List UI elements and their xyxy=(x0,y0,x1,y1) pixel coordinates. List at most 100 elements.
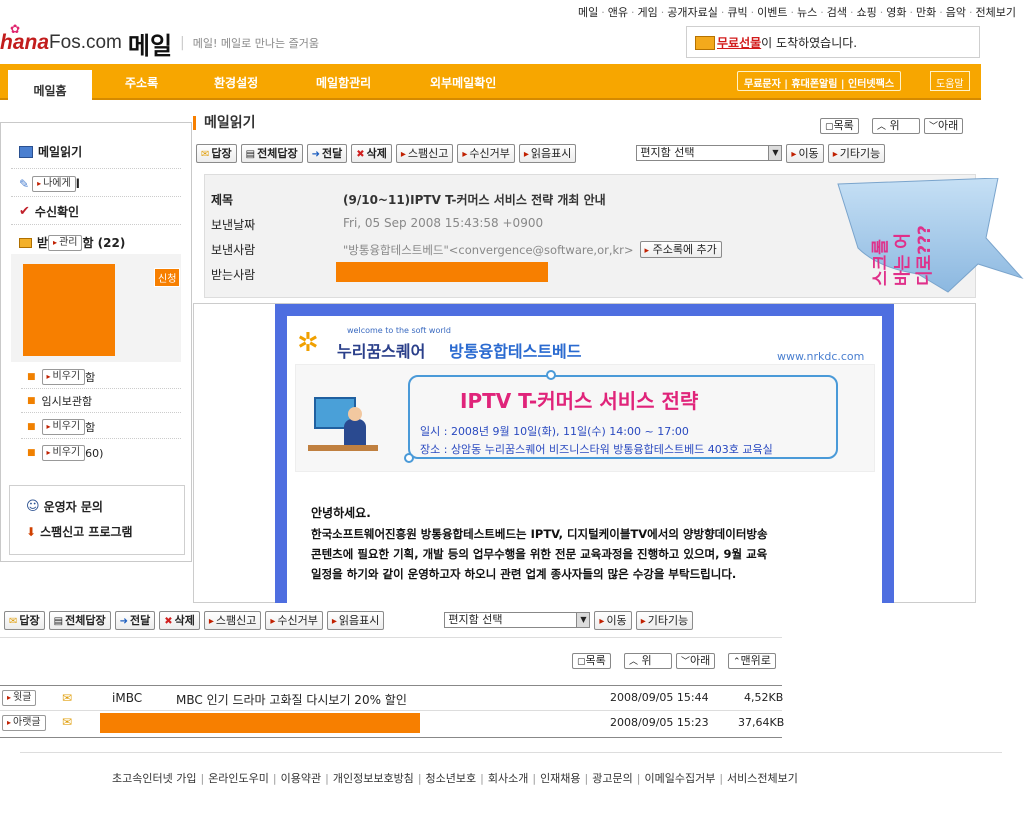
inbox-prefix: 받 xyxy=(37,236,49,250)
tab-external-mail[interactable]: 외부메일확인 xyxy=(430,74,496,91)
to-me-label: 나에게 xyxy=(43,178,71,189)
folder-select[interactable]: 편지함 선택 ▼ xyxy=(636,145,783,161)
spam-program-link[interactable]: ⬇ 스팸신고 프로그램 xyxy=(26,523,133,540)
operator-label: 운영자 문의 xyxy=(43,500,103,514)
sidebar-receipt[interactable]: ✔ 수신확인 xyxy=(19,203,79,220)
more-functions-button[interactable]: ▸ 기타기능 xyxy=(827,143,886,163)
manage-button[interactable]: ▸ 관리 xyxy=(48,234,83,251)
tab-mail-home[interactable]: 메일홈 xyxy=(8,68,92,102)
footer-link-1[interactable]: 초고속인터넷 가입 xyxy=(112,772,196,785)
tab-settings[interactable]: 환경설정 xyxy=(214,74,258,91)
reply-all-button-bottom[interactable]: ▤ 전체답장 xyxy=(48,610,111,630)
tab-address-book[interactable]: 주소록 xyxy=(125,74,158,91)
list-button-bottom[interactable]: ▢목록 xyxy=(572,653,611,669)
mail-url[interactable]: www.nrkdc.com xyxy=(777,350,864,363)
reply-all-button[interactable]: ▤ 전체답장 xyxy=(240,143,303,163)
footer-link-4[interactable]: 개인정보보호방침 xyxy=(333,772,414,785)
delete-button-bottom[interactable]: ✖ 삭제 xyxy=(159,610,200,630)
more-functions-button-bottom[interactable]: ▸ 기타기능 xyxy=(635,610,694,630)
top-nav-cubic[interactable]: 큐빅 xyxy=(727,4,747,20)
event-banner: IPTV T-커머스 서비스 전략 일시 : 2008년 9월 10일(화), … xyxy=(295,364,875,472)
tab-mailbox-manage[interactable]: 메일함관리 xyxy=(316,74,371,91)
footer-link-7[interactable]: 인재채용 xyxy=(540,772,580,785)
up-button[interactable]: ︿ 위 xyxy=(872,118,920,134)
reply-button[interactable]: ✉ 답장 xyxy=(196,143,237,163)
top-nav-pds[interactable]: 공개자료실 xyxy=(667,4,718,20)
gift-link[interactable]: 무료선물 xyxy=(717,34,761,51)
list-row-previous[interactable]: ▸ 윗글 ✉ iMBC MBC 인기 드라마 고화질 다시보기 20% 할인 20… xyxy=(0,688,783,710)
add-to-address-book-button[interactable]: ▸ 주소록에 추가 xyxy=(639,241,722,258)
operator-link[interactable]: ☺ 운영자 문의 xyxy=(26,498,103,515)
prev-subject[interactable]: MBC 인기 드라마 고화질 다시보기 20% 할인 xyxy=(176,691,407,708)
spam-button[interactable]: ▸ 스팸신고 xyxy=(395,143,454,163)
to-me-button[interactable]: ▸ 나에게 xyxy=(32,176,76,192)
mail-brand-name: 누리꿈스퀘어 xyxy=(337,342,426,361)
inbox-icon xyxy=(19,237,32,248)
top-nav-game[interactable]: 게임 xyxy=(638,4,658,20)
redacted-next-mail xyxy=(100,713,420,733)
footer-link-3[interactable]: 이용약관 xyxy=(281,772,321,785)
move-button-bottom[interactable]: ▸ 이동 xyxy=(594,610,632,630)
top-nav-search[interactable]: 검색 xyxy=(827,4,847,20)
spam-button-bottom[interactable]: ▸ 스팸신고 xyxy=(203,610,262,630)
next-mail-button[interactable]: ▸ 아랫글 xyxy=(2,715,46,731)
logo-mail: 메일 xyxy=(127,31,173,60)
forward-button[interactable]: ➜ 전달 xyxy=(306,143,348,163)
block-button-bottom[interactable]: ▸ 수신거부 xyxy=(265,610,323,630)
top-nav-news[interactable]: 뉴스 xyxy=(797,4,817,20)
help-button[interactable]: 도움말 xyxy=(930,71,970,91)
site-logo[interactable]: ✿ hana Fos.com 메일 | 메일! 메일로 만나는 즐거움 xyxy=(0,22,319,60)
logo-hana: hana xyxy=(0,31,50,54)
previous-mail-button[interactable]: ▸ 윗글 xyxy=(2,690,37,706)
sidebar-read-mail[interactable]: 메일읽기 xyxy=(19,143,82,160)
mark-read-button[interactable]: ▸ 읽음표시 xyxy=(518,143,577,163)
block-button[interactable]: ▸ 수신거부 xyxy=(457,143,515,163)
empty-button-3[interactable]: ▸ 비우기 xyxy=(41,445,86,461)
top-nav-mail[interactable]: 메일 xyxy=(578,4,598,20)
delete-button[interactable]: ✖ 삭제 xyxy=(351,143,392,163)
list-button[interactable]: ▢목록 xyxy=(820,118,859,134)
next-date: 2008/09/05 15:23 xyxy=(610,716,709,729)
empty-button-1[interactable]: ▸ 비우기 xyxy=(41,369,86,385)
list-row-next[interactable]: ▸ 아랫글 ✉ 2008/09/05 15:23 37,64KB xyxy=(0,712,784,734)
down-button[interactable]: ﹀아래 xyxy=(924,118,964,134)
footer-links: 초고속인터넷 가입 | 온라인도우미 | 이용약관 | 개인정보보호방침 | 청소년보호 | 회사소… xyxy=(112,772,798,785)
mail-body: ✲ welcome to the soft world 누리꿈스퀘어 방통융합테… xyxy=(287,316,882,603)
footer-link-8[interactable]: 광고문의 xyxy=(592,772,632,785)
move-button[interactable]: ▸ 이동 xyxy=(786,143,824,163)
mail-body-line-1: 한국소프트웨어진흥원 방통융합테스트베드는 IPTV, 디지털케이블TV에서의 … xyxy=(311,527,768,541)
top-button[interactable]: ⌃맨위로 xyxy=(728,653,776,669)
sub-item-1-suffix: 함 xyxy=(85,371,96,384)
redacted-recipient xyxy=(336,262,548,282)
folder-select-bottom[interactable]: 편지함 선택 ▼ xyxy=(444,612,591,628)
up-button-bottom[interactable]: ︿ 위 xyxy=(624,653,672,669)
footer-link-5[interactable]: 청소년보호 xyxy=(426,772,477,785)
footer-link-6[interactable]: 회사소개 xyxy=(488,772,528,785)
envelope-icon xyxy=(695,36,715,50)
down-button-bottom[interactable]: ﹀아래 xyxy=(676,653,716,669)
top-nav-anu[interactable]: 앤유 xyxy=(608,4,628,20)
top-nav-comics[interactable]: 만화 xyxy=(916,4,936,20)
envelope-icon-2: ✉ xyxy=(62,715,73,729)
services-links[interactable]: 무료문자 | 휴대폰알림 | 인터넷팩스 xyxy=(737,71,902,91)
reply-button-bottom[interactable]: ✉ 답장 xyxy=(4,610,45,630)
footer-link-9[interactable]: 이메일수집거부 xyxy=(644,772,715,785)
top-nav-all[interactable]: 전체보기 xyxy=(975,4,1015,20)
footer-link-2[interactable]: 온라인도우미 xyxy=(208,772,269,785)
callout-line-3: 디로??? xyxy=(915,225,935,286)
prev-date: 2008/09/05 15:44 xyxy=(610,691,709,704)
mark-read-button-bottom[interactable]: ▸ 읽음표시 xyxy=(326,610,385,630)
top-nav-movie[interactable]: 영화 xyxy=(886,4,906,20)
mail-brand-sub: 방통융합테스트베드 xyxy=(449,342,582,361)
sidebar-read-mail-label: 메일읽기 xyxy=(38,145,83,159)
new-badge[interactable]: 신청 xyxy=(154,268,181,287)
sidebar-temp-box[interactable]: ■ 임시보관함 xyxy=(27,393,92,409)
footer-link-10[interactable]: 서비스전체보기 xyxy=(727,772,798,785)
down-button-label: 아래 xyxy=(938,119,959,132)
top-nav-shopping[interactable]: 쇼핑 xyxy=(856,4,876,20)
spam-program-label: 스팸신고 프로그램 xyxy=(40,525,133,539)
forward-button-bottom[interactable]: ➜ 전달 xyxy=(114,610,156,630)
top-nav-event[interactable]: 이벤트 xyxy=(757,4,787,20)
top-nav-music[interactable]: 음악 xyxy=(946,4,966,20)
empty-button-2[interactable]: ▸ 비우기 xyxy=(41,419,86,435)
